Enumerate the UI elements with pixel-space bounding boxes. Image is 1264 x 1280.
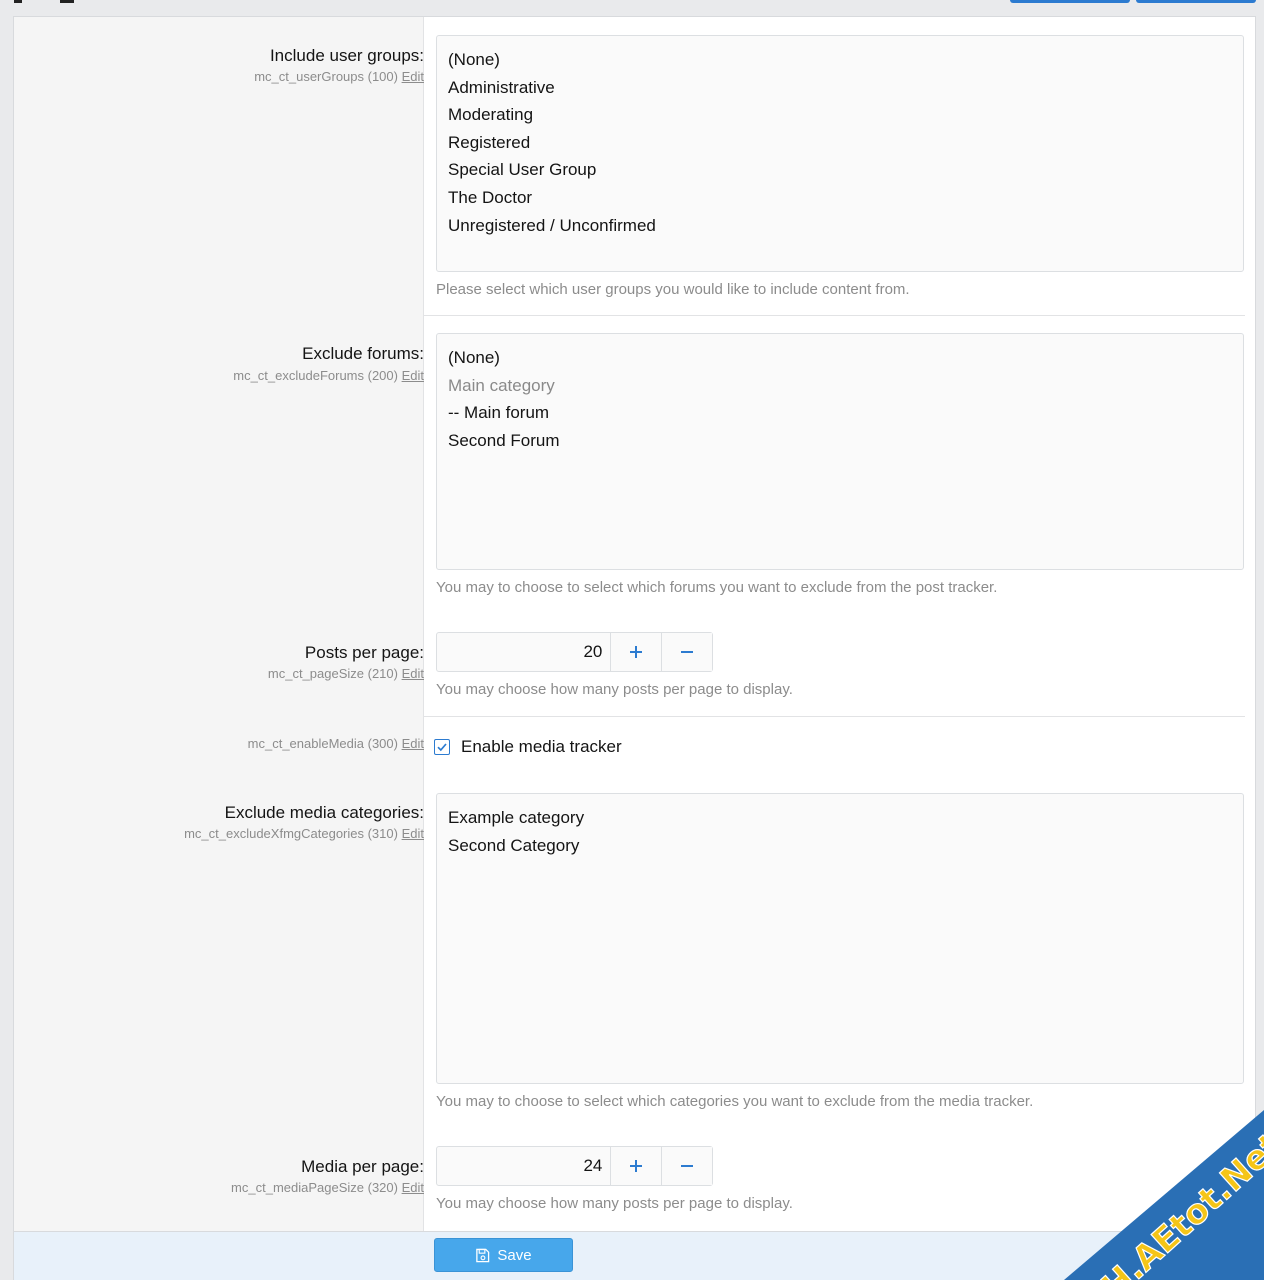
select-option[interactable]: Moderating — [448, 101, 1232, 129]
option-id-hint: mc_ct_mediaPageSize (320) Edit — [231, 1180, 424, 1195]
select-option[interactable]: (None) — [448, 46, 1232, 74]
toolbar-button[interactable] — [1010, 0, 1130, 3]
option-id-hint: mc_ct_userGroups (100) Edit — [254, 69, 424, 84]
increment-button[interactable] — [610, 1147, 662, 1185]
toolbar-button[interactable] — [1136, 0, 1256, 3]
exclude-forums-select[interactable]: (None) Main category -- Main forum Secon… — [436, 333, 1244, 570]
field-explain: You may choose how many posts per page t… — [436, 1195, 793, 1212]
posts-per-page-stepper: 20 — [436, 632, 713, 672]
edit-link[interactable]: Edit — [402, 368, 424, 383]
label-column — [14, 17, 424, 1231]
row-divider — [424, 315, 1245, 316]
field-label: Exclude forums: — [302, 344, 424, 363]
select-option[interactable]: Unregistered / Unconfirmed — [448, 212, 1232, 240]
number-input[interactable]: 24 — [437, 1147, 610, 1185]
minus-icon — [681, 1165, 694, 1167]
increment-button[interactable] — [610, 633, 662, 671]
field-explain: You may choose how many posts per page t… — [436, 681, 793, 698]
top-toolbar-strip — [0, 0, 1264, 16]
field-label: Media per page: — [301, 1157, 424, 1176]
enable-media-checkbox-row[interactable]: Enable media tracker — [434, 737, 622, 757]
option-id: mc_ct_pageSize (210) — [267, 666, 398, 681]
option-id-hint: mc_ct_excludeForums (200) Edit — [233, 368, 424, 383]
option-id: mc_ct_mediaPageSize (320) — [231, 1180, 398, 1195]
select-option[interactable]: Administrative — [448, 74, 1232, 102]
header-fragment — [60, 0, 74, 3]
option-id-hint: mc_ct_enableMedia (300) Edit — [248, 736, 424, 751]
row-divider — [424, 716, 1245, 717]
field-label: Include user groups: — [269, 46, 424, 65]
select-optgroup: Main category — [448, 375, 555, 395]
enable-media-checkbox[interactable] — [434, 739, 450, 755]
option-id: mc_ct_userGroups (100) — [254, 69, 398, 84]
user-groups-select[interactable]: (None) Administrative Moderating Registe… — [436, 35, 1244, 272]
save-icon — [476, 1248, 490, 1262]
checkbox-label[interactable]: Enable media tracker — [461, 737, 622, 757]
select-option[interactable]: Example category — [448, 804, 1232, 832]
select-option[interactable]: Registered — [448, 129, 1232, 157]
select-option[interactable]: Second Forum — [448, 427, 1232, 455]
select-option[interactable]: Special User Group — [448, 156, 1232, 184]
header-fragment — [14, 0, 22, 3]
media-per-page-stepper: 24 — [436, 1146, 713, 1186]
select-option[interactable]: (None) — [448, 344, 1232, 372]
select-option[interactable]: The Doctor — [448, 184, 1232, 212]
field-label: Exclude media categories: — [224, 803, 424, 822]
plus-icon — [630, 1160, 643, 1172]
edit-link[interactable]: Edit — [402, 736, 424, 751]
field-explain: Please select which user groups you woul… — [436, 281, 910, 298]
edit-link[interactable]: Edit — [402, 69, 424, 84]
edit-link[interactable]: Edit — [402, 666, 424, 681]
decrement-button[interactable] — [661, 633, 712, 671]
exclude-media-categories-select[interactable]: Example category Second Category — [436, 793, 1244, 1084]
decrement-button[interactable] — [661, 1147, 712, 1185]
select-option[interactable]: Second Category — [448, 832, 1232, 860]
option-id-hint: mc_ct_pageSize (210) Edit — [268, 666, 424, 681]
option-id-hint: mc_ct_excludeXfmgCategories (310) Edit — [184, 826, 424, 841]
option-id: mc_ct_enableMedia (300) — [247, 736, 398, 751]
save-button[interactable]: Save — [434, 1238, 573, 1272]
edit-link[interactable]: Edit — [402, 826, 424, 841]
select-option[interactable]: -- Main forum — [448, 399, 1232, 427]
checkmark-icon — [437, 743, 447, 752]
minus-icon — [681, 651, 694, 653]
number-input[interactable]: 20 — [437, 633, 610, 671]
options-form: Include user groups: mc_ct_userGroups (1… — [13, 16, 1256, 1280]
edit-link[interactable]: Edit — [402, 1180, 424, 1195]
save-button-label: Save — [497, 1246, 532, 1264]
option-id: mc_ct_excludeXfmgCategories (310) — [184, 826, 398, 841]
form-submit-row: Save — [14, 1231, 1255, 1280]
field-explain: You may to choose to select which forums… — [436, 579, 998, 596]
field-label: Posts per page: — [304, 643, 424, 662]
option-id: mc_ct_excludeForums (200) — [233, 368, 398, 383]
plus-icon — [630, 646, 643, 658]
field-explain: You may to choose to select which catego… — [436, 1093, 1034, 1110]
